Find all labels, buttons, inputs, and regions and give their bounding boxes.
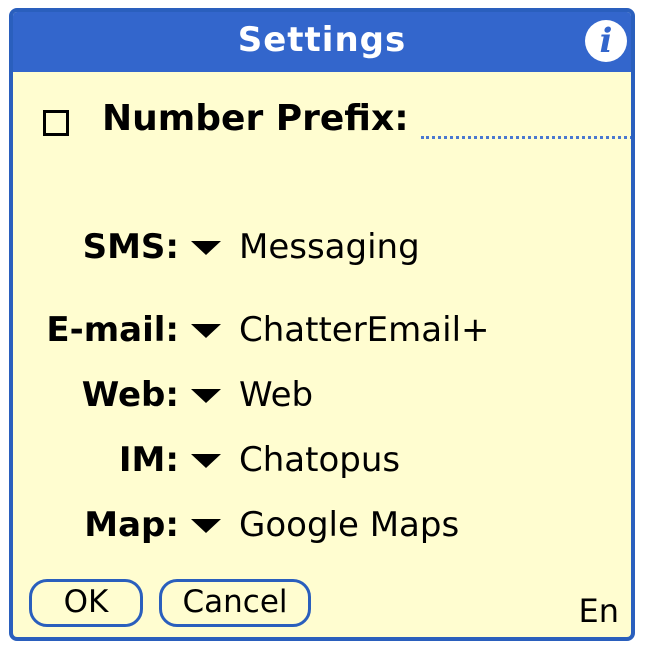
settings-dialog: Settings i Number Prefix: SMS: Messaging…: [9, 8, 635, 641]
web-row: Web: Web: [13, 375, 631, 419]
sms-row: SMS: Messaging: [13, 227, 631, 271]
cancel-button[interactable]: Cancel: [159, 579, 311, 627]
title-bar: Settings i: [13, 12, 631, 72]
number-prefix-label: Number Prefix:: [102, 98, 409, 139]
sms-label: SMS:: [82, 227, 179, 267]
number-prefix-checkbox[interactable]: [43, 110, 69, 136]
web-value: Web: [239, 375, 314, 415]
dialog-title: Settings: [237, 20, 407, 60]
dropdown-arrow-icon: [191, 454, 221, 468]
dropdown-arrow-icon: [191, 389, 221, 403]
input-mode-indicator: En: [578, 592, 620, 630]
im-row: IM: Chatopus: [13, 440, 631, 484]
map-row: Map: Google Maps: [13, 505, 631, 549]
im-value: Chatopus: [239, 440, 401, 480]
dropdown-arrow-icon: [191, 324, 221, 338]
dropdown-arrow-icon: [191, 519, 221, 533]
sms-value: Messaging: [239, 227, 420, 267]
dropdown-arrow-icon: [191, 241, 221, 255]
email-row: E-mail: ChatterEmail+: [13, 310, 631, 354]
number-prefix-field[interactable]: [421, 132, 631, 139]
email-label: E-mail:: [46, 310, 179, 350]
map-value: Google Maps: [239, 505, 460, 545]
im-label: IM:: [118, 440, 179, 480]
email-value: ChatterEmail+: [239, 310, 490, 350]
ok-button[interactable]: OK: [29, 579, 143, 627]
info-icon[interactable]: i: [585, 20, 627, 62]
map-label: Map:: [84, 505, 179, 545]
web-label: Web:: [81, 375, 179, 415]
